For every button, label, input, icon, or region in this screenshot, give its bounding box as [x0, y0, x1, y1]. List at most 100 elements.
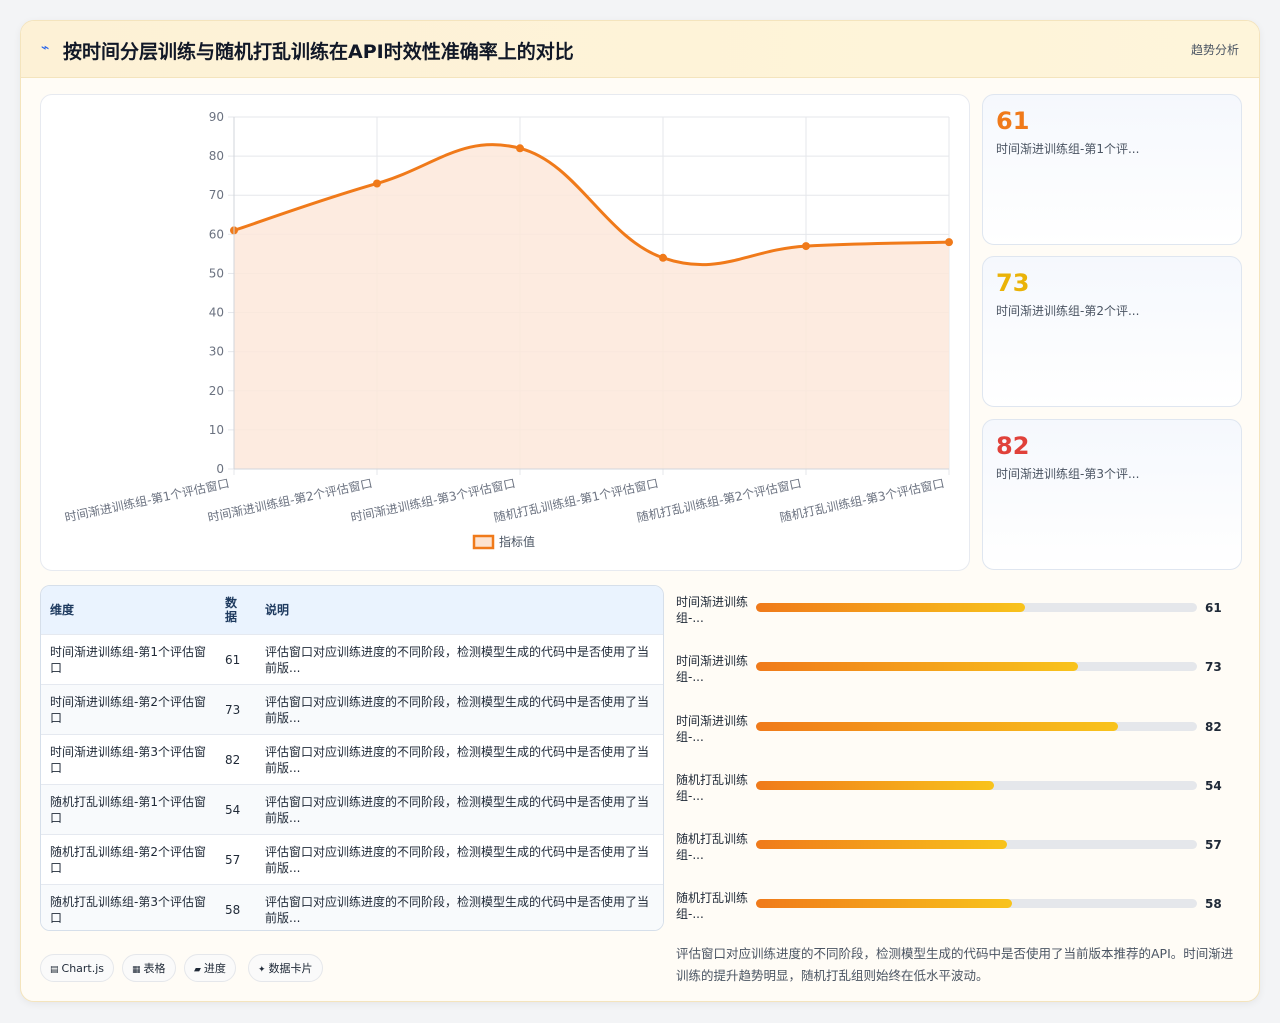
- chart-line-icon: ⌁: [41, 40, 50, 56]
- stat-value: 61: [996, 107, 1030, 135]
- y-tick-label: 90: [209, 110, 224, 124]
- y-tick-label: 70: [209, 188, 224, 202]
- progress-label: 时间渐进训练组-...: [676, 654, 749, 684]
- legend-label: 指标值: [499, 534, 535, 549]
- progress-fill: [756, 899, 1012, 908]
- column-header-data: 数据: [216, 586, 256, 635]
- progress-track: [756, 781, 1197, 790]
- table-icon: ▦: [132, 965, 141, 975]
- progress-value: 82: [1205, 720, 1222, 734]
- data-point: [516, 144, 524, 153]
- cell-value: 61: [216, 634, 256, 685]
- progress-row: 随机打乱训练组-... 57: [676, 824, 1236, 864]
- progress-fill: [756, 662, 1078, 671]
- y-tick-label: 20: [209, 384, 224, 398]
- legend-swatch: [472, 534, 495, 550]
- progress-track: [756, 603, 1197, 612]
- page-title: 按时间分层训练与随机打乱训练在API时效性准确率上的对比: [63, 41, 574, 63]
- stat-label: 时间渐进训练组-第3个评...: [996, 467, 1140, 481]
- progress-value: 54: [1205, 779, 1222, 793]
- column-header-description: 说明: [256, 586, 663, 635]
- y-tick-label: 60: [209, 227, 224, 241]
- cell-dimension: 时间渐进训练组-第3个评估窗口: [41, 734, 216, 785]
- summary-note: 评估窗口对应训练进度的不同阶段，检测模型生成的代码中是否使用了当前版本推荐的AP…: [676, 946, 1234, 983]
- cell-dimension: 时间渐进训练组-第1个评估窗口: [41, 634, 216, 685]
- cell-description: 评估窗口对应训练进度的不同阶段，检测模型生成的代码中是否使用了当前版...: [256, 634, 663, 685]
- chip-progress[interactable]: ▰ 进度: [184, 954, 236, 982]
- cell-value: 82: [216, 734, 256, 785]
- progress-label: 随机打乱训练组-...: [676, 832, 749, 862]
- data-table-card: 维度 数据 说明 时间渐进训练组-第1个评估窗口 61 评估窗口对应训练进度的不…: [40, 585, 664, 931]
- progress-value: 57: [1205, 838, 1222, 852]
- progress-track: [756, 840, 1197, 849]
- progress-row: 时间渐进训练组-... 82: [676, 706, 1236, 746]
- cell-value: 58: [216, 884, 256, 930]
- progress-label: 时间渐进训练组-...: [676, 595, 749, 625]
- progress-track: [756, 662, 1197, 671]
- stat-card: 73 时间渐进训练组-第2个评...: [982, 256, 1242, 407]
- dashboard-panel: ⌁ 按时间分层训练与随机打乱训练在API时效性准确率上的对比 趋势分析 0 10 2…: [20, 20, 1260, 1002]
- y-tick-label: 0: [216, 462, 224, 476]
- line-chart: 0102030405060708090时间渐进训练组-第1个评估窗口时间渐进训练…: [63, 110, 953, 550]
- y-tick-label: 50: [209, 266, 224, 280]
- card-icon: ✦: [258, 965, 266, 975]
- progress-row: 时间渐进训练组-... 61: [676, 587, 1236, 627]
- cell-dimension: 随机打乱训练组-第1个评估窗口: [41, 784, 216, 835]
- stat-card: 82 时间渐进训练组-第3个评...: [982, 419, 1242, 570]
- progress-value: 58: [1205, 897, 1222, 911]
- x-tick-label: 时间渐进训练组-第3个评估窗口: [349, 475, 516, 525]
- progress-label: 时间渐进训练组-...: [676, 714, 749, 744]
- table-row: 时间渐进训练组-第2个评估窗口 73 评估窗口对应训练进度的不同阶段，检测模型生…: [41, 684, 663, 735]
- progress-row: 时间渐进训练组-... 73: [676, 646, 1236, 686]
- data-point: [802, 242, 810, 251]
- cell-description: 评估窗口对应训练进度的不同阶段，检测模型生成的代码中是否使用了当前版...: [256, 734, 663, 785]
- y-tick-label: 10: [209, 423, 224, 437]
- table-row: 时间渐进训练组-第3个评估窗口 82 评估窗口对应训练进度的不同阶段，检测模型生…: [41, 734, 663, 785]
- cell-description: 评估窗口对应训练进度的不同阶段，检测模型生成的代码中是否使用了当前版...: [256, 684, 663, 735]
- table-row: 随机打乱训练组-第3个评估窗口 58 评估窗口对应训练进度的不同阶段，检测模型生…: [41, 884, 663, 930]
- progress-row: 随机打乱训练组-... 58: [676, 883, 1236, 923]
- progress-row: 随机打乱训练组-... 54: [676, 765, 1236, 805]
- data-table: 维度 数据 说明 时间渐进训练组-第1个评估窗口 61 评估窗口对应训练进度的不…: [41, 586, 663, 930]
- data-point: [945, 238, 953, 247]
- data-point: [659, 253, 667, 262]
- progress-fill: [756, 781, 995, 790]
- progress-value: 73: [1205, 660, 1222, 674]
- progress-label: 随机打乱训练组-...: [676, 773, 749, 803]
- stat-value: 82: [996, 432, 1030, 460]
- cell-value: 57: [216, 834, 256, 885]
- column-header-dimension: 维度: [41, 586, 216, 635]
- cell-dimension: 随机打乱训练组-第2个评估窗口: [41, 834, 216, 885]
- progress-track: [756, 722, 1197, 731]
- x-tick-label: 随机打乱训练组-第3个评估窗口: [778, 475, 945, 525]
- progress-icon: ▰: [194, 965, 201, 975]
- cell-value: 54: [216, 784, 256, 835]
- progress-fill: [756, 722, 1118, 731]
- stat-card: 61 时间渐进训练组-第1个评...: [982, 94, 1242, 245]
- x-tick-label: 随机打乱训练组-第1个评估窗口: [492, 475, 659, 525]
- progress-value: 61: [1205, 601, 1222, 615]
- progress-track: [756, 899, 1197, 908]
- chart-icon: ▤: [50, 965, 59, 975]
- table-row: 随机打乱训练组-第1个评估窗口 54 评估窗口对应训练进度的不同阶段，检测模型生…: [41, 784, 663, 835]
- cell-dimension: 随机打乱训练组-第3个评估窗口: [41, 884, 216, 930]
- x-tick-label: 随机打乱训练组-第2个评估窗口: [635, 475, 802, 525]
- stat-value: 73: [996, 269, 1030, 297]
- cell-description: 评估窗口对应训练进度的不同阶段，检测模型生成的代码中是否使用了当前版...: [256, 834, 663, 885]
- cell-value: 73: [216, 684, 256, 735]
- table-row: 时间渐进训练组-第1个评估窗口 61 评估窗口对应训练进度的不同阶段，检测模型生…: [41, 634, 663, 685]
- y-tick-label: 40: [209, 306, 224, 320]
- chip-data-card[interactable]: ✦ 数据卡片: [248, 954, 323, 982]
- y-tick-label: 80: [209, 149, 224, 163]
- progress-fill: [756, 603, 1025, 612]
- progress-fill: [756, 840, 1008, 849]
- table-row: 随机打乱训练组-第2个评估窗口 57 评估窗口对应训练进度的不同阶段，检测模型生…: [41, 834, 663, 885]
- trend-analysis-tag[interactable]: 趋势分析: [1191, 41, 1239, 58]
- chip-chartjs[interactable]: ▤ Chart.js: [40, 954, 115, 982]
- header: ⌁ 按时间分层训练与随机打乱训练在API时效性准确率上的对比 趋势分析: [21, 21, 1259, 78]
- stat-label: 时间渐进训练组-第2个评...: [996, 304, 1140, 318]
- cell-description: 评估窗口对应训练进度的不同阶段，检测模型生成的代码中是否使用了当前版...: [256, 784, 663, 835]
- chip-table[interactable]: ▦ 表格: [122, 954, 176, 982]
- progress-label: 随机打乱训练组-...: [676, 891, 749, 921]
- x-tick-label: 时间渐进训练组-第1个评估窗口: [63, 475, 230, 525]
